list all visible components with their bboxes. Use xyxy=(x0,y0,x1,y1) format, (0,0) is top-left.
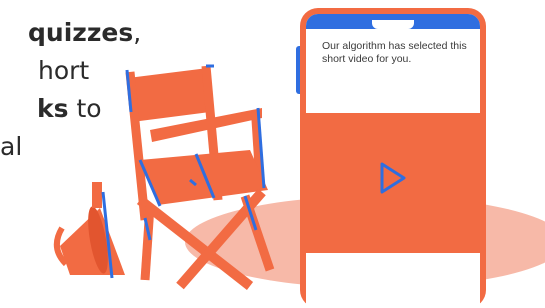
megaphone-icon xyxy=(53,182,125,279)
copy-line-4: al xyxy=(0,132,23,161)
phone-screen: Our algorithm has selected this short vi… xyxy=(306,14,480,308)
marketing-copy: quizzes, hort ks to al xyxy=(0,14,142,166)
phone-status-bar xyxy=(306,14,480,29)
recommendation-message: Our algorithm has selected this short vi… xyxy=(322,40,467,65)
phone-icon: Our algorithm has selected this short vi… xyxy=(300,8,486,308)
copy-line-1: quizzes, xyxy=(28,18,142,47)
copy-line-3: ks to xyxy=(37,94,102,123)
phone-notch xyxy=(372,20,414,29)
play-icon[interactable] xyxy=(378,161,408,195)
video-player[interactable] xyxy=(306,113,480,253)
copy-line-2: hort xyxy=(38,56,90,85)
